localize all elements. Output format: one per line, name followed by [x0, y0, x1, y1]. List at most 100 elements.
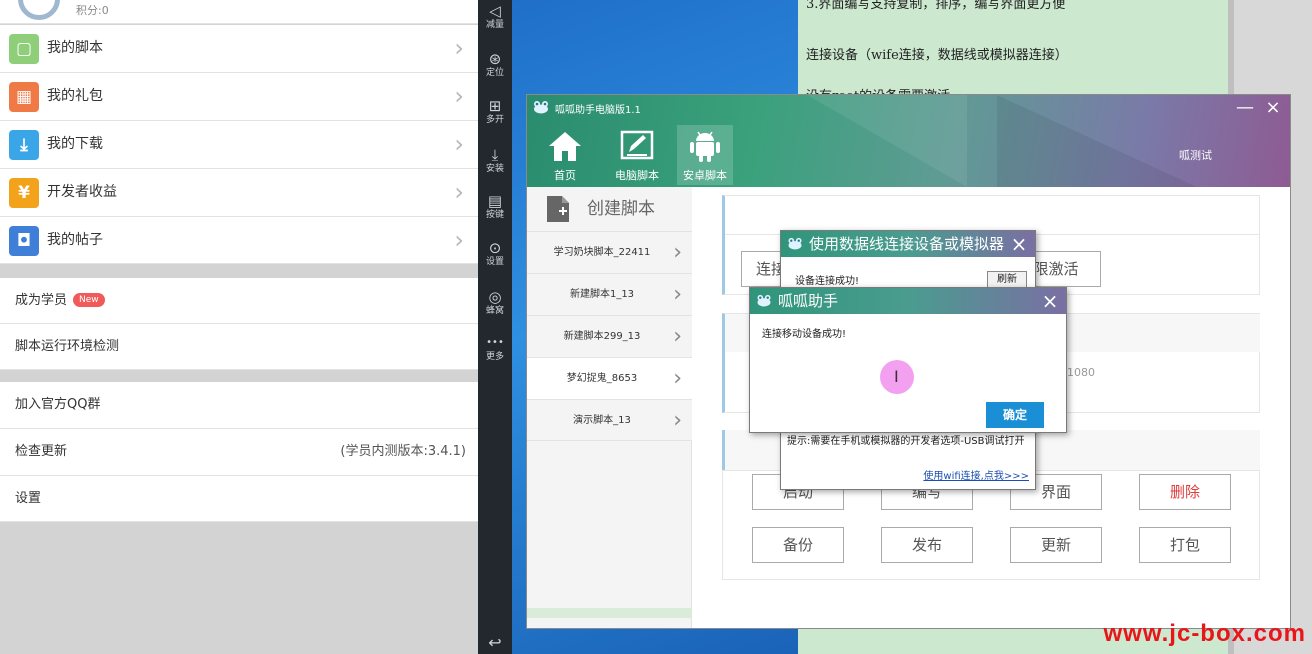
- menu-label: 开发者收益: [47, 184, 117, 200]
- apk-install-icon: ⤓: [491, 146, 499, 164]
- menu-my-posts[interactable]: ◘ 我的帖子 ›: [0, 217, 478, 264]
- chevron-right-icon: ›: [454, 82, 464, 110]
- backup-button[interactable]: 备份: [752, 527, 844, 563]
- yen-icon: ¥: [9, 178, 39, 208]
- new-file-icon: [547, 196, 569, 222]
- update-button[interactable]: 更新: [1010, 527, 1102, 563]
- create-script-label: 创建脚本: [587, 199, 655, 219]
- become-student-label: 成为学员 New: [15, 278, 105, 324]
- toolbar-label: 定位: [485, 68, 504, 78]
- tab-label: 电脑脚本: [615, 169, 659, 182]
- location-icon: ⊛: [488, 50, 502, 68]
- version-label: (学员内测版本:3.4.1): [340, 444, 466, 459]
- watermark: www.jc-box.com: [1103, 620, 1306, 647]
- panel-footer: [527, 608, 692, 618]
- dialog-title: 呱呱助手: [778, 292, 839, 310]
- settings-icon: ⊙: [488, 239, 502, 257]
- tab-label: 首页: [554, 169, 576, 182]
- settings-button[interactable]: ⊙ 设置: [478, 239, 512, 268]
- tab-label: 安卓脚本: [683, 169, 727, 182]
- toolbar-label: 安装: [485, 164, 504, 174]
- more-button[interactable]: ••• 更多: [478, 334, 512, 363]
- script-list-panel: 创建脚本 学习奶块脚本_22411 › 新建脚本1_13 › 新建脚本299_13 ›…: [527, 187, 692, 628]
- join-qq-item[interactable]: 加入官方QQ群: [0, 382, 478, 429]
- volume-down-icon: ◁: [489, 2, 501, 20]
- tab-pc-script[interactable]: 电脑脚本: [613, 125, 661, 185]
- dialog-titlebar: 呱呱助手 ×: [750, 288, 1066, 314]
- menu-my-downloads[interactable]: ⤓ 我的下载 ›: [0, 121, 478, 169]
- script-item[interactable]: 新建脚本299_13 ›: [527, 315, 692, 357]
- script-name: 新建脚本299_13: [563, 331, 641, 342]
- user-name[interactable]: 呱测试: [1179, 147, 1212, 163]
- frog-logo-icon: [757, 294, 771, 307]
- menu-label: 我的脚本: [47, 40, 103, 56]
- dialog-title: 使用数据线连接设备或模拟器: [809, 235, 1005, 253]
- multi-open-icon: ⊞: [488, 97, 502, 115]
- settings-item[interactable]: 设置: [0, 476, 478, 522]
- app-title: 呱呱助手电脑版1.1: [555, 105, 641, 116]
- volume-down-button[interactable]: ◁ 减量: [478, 2, 512, 31]
- more-icon: •••: [486, 337, 504, 348]
- create-script-button[interactable]: 创建脚本: [527, 187, 692, 231]
- toolbar-label: 减量: [485, 20, 504, 30]
- dialog-close-button[interactable]: ×: [1009, 231, 1029, 257]
- toolbar-label: 更多: [485, 352, 504, 362]
- chevron-right-icon: ›: [673, 408, 682, 433]
- script-name: 新建脚本1_13: [569, 289, 635, 300]
- multi-open-button[interactable]: ⊞ 多开: [478, 97, 512, 126]
- settings-label: 设置: [15, 491, 42, 506]
- dialog-titlebar: 使用数据线连接设备或模拟器 ×: [781, 231, 1035, 257]
- script-item[interactable]: 演示脚本_13 ›: [527, 399, 692, 441]
- chevron-right-icon: ›: [673, 366, 682, 391]
- check-update-label: 检查更新: [15, 444, 68, 459]
- check-update-item[interactable]: 检查更新 (学员内测版本:3.4.1): [0, 429, 478, 476]
- script-item[interactable]: 新建脚本1_13 ›: [527, 273, 692, 315]
- cellular-icon: ◎: [488, 288, 502, 306]
- resolution-label: 1080: [1067, 366, 1095, 379]
- delete-button[interactable]: 删除: [1139, 474, 1231, 510]
- usb-debug-hint: 提示:需要在手机或模拟器的开发者选项-USB调试打开: [787, 436, 1025, 447]
- avatar[interactable]: [18, 0, 60, 20]
- pack-button[interactable]: 打包: [1139, 527, 1231, 563]
- script-name: 学习奶块脚本_22411: [553, 247, 651, 258]
- script-item-selected[interactable]: 梦幻捉鬼_8653 ›: [527, 357, 692, 399]
- chevron-right-icon: ›: [673, 240, 682, 265]
- close-button[interactable]: ×: [1262, 99, 1284, 117]
- publish-button[interactable]: 发布: [881, 527, 973, 563]
- script-name: 演示脚本_13: [573, 415, 631, 426]
- menu-label: 我的礼包: [47, 88, 103, 104]
- toolbar-label: 多开: [485, 115, 504, 125]
- keyboard-button[interactable]: ▤ 按键: [478, 192, 512, 221]
- minimize-button[interactable]: —: [1234, 99, 1256, 117]
- tab-android-script[interactable]: 安卓脚本: [677, 125, 733, 185]
- menu-label: 我的下载: [47, 136, 103, 152]
- toolbar-label: 按键: [485, 210, 504, 220]
- menu-my-scripts[interactable]: ▢ 我的脚本 ›: [0, 25, 478, 73]
- ok-button[interactable]: 确定: [986, 402, 1044, 428]
- menu-my-gifts[interactable]: ▦ 我的礼包 ›: [0, 73, 478, 121]
- apk-install-button[interactable]: ⤓ 安装: [478, 146, 512, 175]
- tab-home[interactable]: 首页: [543, 125, 587, 185]
- phone-screen: 积分:0 ▢ 我的脚本 › ▦ 我的礼包 › ⤓ 我的下载 › ¥ 开发者收益 …: [0, 0, 478, 654]
- chevron-right-icon: ›: [454, 178, 464, 206]
- env-check-item[interactable]: 脚本运行环境检测: [0, 324, 478, 370]
- location-button[interactable]: ⊛ 定位: [478, 50, 512, 79]
- cellular-button[interactable]: ◎ 蜂窝: [478, 288, 512, 317]
- gift-icon: ▦: [9, 82, 39, 112]
- home-icon: [549, 132, 581, 161]
- dialog-close-button[interactable]: ×: [1040, 288, 1060, 314]
- toolbar-label: 设置: [485, 257, 504, 267]
- note-line: 连接设备（wife连接，数据线或模拟器连接）: [806, 48, 1068, 63]
- become-student-item[interactable]: 成为学员 New: [0, 278, 478, 324]
- menu-developer-income[interactable]: ¥ 开发者收益 ›: [0, 169, 478, 217]
- download-icon: ⤓: [9, 130, 39, 160]
- script-item[interactable]: 学习奶块脚本_22411 ›: [527, 231, 692, 273]
- connect-status: 设备连接成功!: [795, 276, 860, 287]
- frog-logo-icon: [534, 101, 548, 114]
- score-label: 积分:0: [76, 4, 109, 17]
- note-line: 3.界面编写支持复制，排序，编写界面更方便: [806, 0, 1066, 12]
- menu-label: 我的帖子: [47, 232, 103, 248]
- back-icon[interactable]: ↩: [478, 633, 512, 652]
- wifi-connect-link[interactable]: 使用wifi连接,点我>>>: [923, 467, 1029, 482]
- toolbar-label: 蜂窝: [485, 306, 504, 316]
